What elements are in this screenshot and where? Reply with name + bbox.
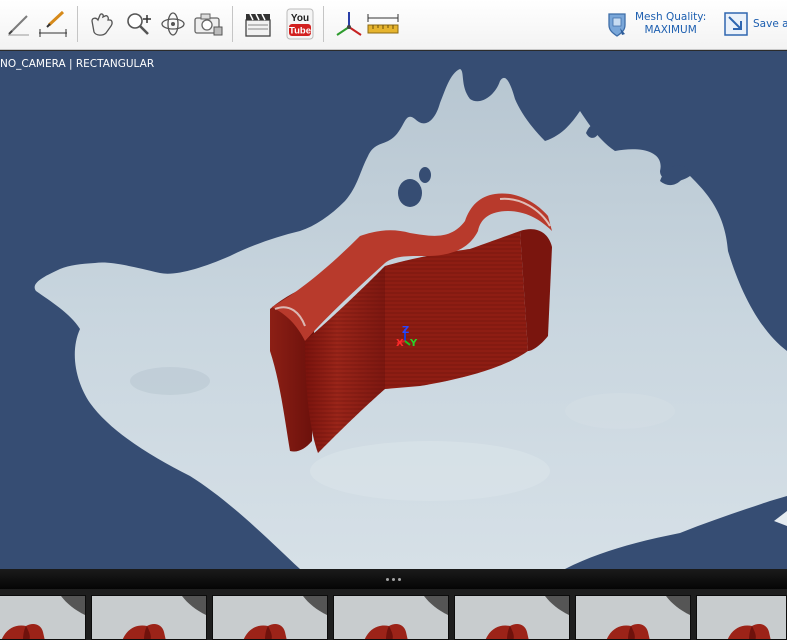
splitter-grip-icon	[386, 577, 401, 581]
mesh-quality-button[interactable]: Mesh Quality: MAXIMUM	[603, 8, 706, 40]
camera-mode-label: NO_CAMERA | RECTANGULAR	[0, 58, 155, 70]
save-export-icon	[724, 12, 748, 36]
pencil-icon	[8, 15, 29, 36]
photo-thumbnail[interactable]	[212, 595, 328, 640]
mesh-quality-text: Mesh Quality: MAXIMUM	[635, 11, 706, 37]
zoom-tool-button[interactable]	[121, 7, 155, 41]
3d-viewport[interactable]: Z X Y NO_CAMERA | RECTANGULAR	[0, 51, 787, 569]
save-as-label: Save a	[753, 18, 787, 30]
surface-shade	[565, 393, 675, 429]
toolbar-separator	[323, 6, 324, 42]
main-toolbar: You Tube Mesh Quality: MAXIMUM Save a	[0, 0, 787, 50]
measure-pencil-icon	[39, 10, 67, 37]
rotate-icon	[161, 12, 185, 36]
thumbnail-image	[92, 596, 206, 639]
photo-thumbnail[interactable]	[696, 595, 787, 640]
photo-thumbnail[interactable]	[333, 595, 449, 640]
youtube-button[interactable]: You Tube	[283, 7, 317, 41]
mesh-scene: Z X Y	[34, 69, 787, 569]
mesh-quality-label: Mesh Quality:	[635, 11, 707, 23]
zoom-in-icon	[127, 13, 151, 35]
camera-tool-button[interactable]	[191, 7, 225, 41]
pan-tool-button[interactable]	[84, 7, 118, 41]
ruler-icon	[367, 14, 399, 34]
thumbnail-image	[213, 596, 327, 639]
toolbar-separator	[232, 6, 233, 42]
clapperboard-icon	[245, 13, 271, 37]
measure-pencil-tool-button[interactable]	[36, 7, 70, 41]
thumbnail-image	[576, 596, 690, 639]
photo-thumbnail[interactable]	[454, 595, 570, 640]
ruler-button[interactable]	[366, 7, 400, 41]
panel-splitter[interactable]	[0, 569, 787, 589]
mesh-quality-value: MAXIMUM	[644, 24, 697, 36]
thumbnail-image	[697, 596, 786, 639]
surface-edge	[774, 511, 787, 526]
surface-hole	[398, 179, 422, 207]
youtube-label-bottom: Tube	[289, 26, 311, 37]
thumbnail-image	[0, 596, 85, 639]
rotate-tool-button[interactable]	[156, 7, 190, 41]
thumbnail-image	[334, 596, 448, 639]
youtube-icon: You Tube	[286, 8, 314, 40]
gizmo-x-label: X	[396, 338, 404, 349]
surface-shade	[310, 441, 550, 501]
photo-thumbnail[interactable]	[91, 595, 207, 640]
surface-shade	[130, 367, 210, 395]
mesh-shield-icon	[608, 13, 626, 37]
gizmo-y-label: Y	[409, 338, 418, 349]
animation-button[interactable]	[241, 7, 275, 41]
photo-thumbnail[interactable]	[575, 595, 691, 640]
axes-button[interactable]	[332, 7, 366, 41]
toolbar-separator	[77, 6, 78, 42]
photo-thumbnail[interactable]	[0, 595, 86, 640]
camera-icon	[194, 13, 223, 36]
save-as-button[interactable]: Save a	[723, 8, 787, 40]
gizmo-z-label: Z	[402, 325, 409, 336]
thumbnail-image	[455, 596, 569, 639]
surface-hole	[419, 167, 431, 183]
youtube-label-top: You	[291, 13, 309, 24]
pencil-tool-button[interactable]	[2, 7, 36, 41]
photo-filmstrip	[0, 589, 787, 640]
axes-icon	[336, 12, 362, 36]
pan-hand-icon	[91, 13, 113, 36]
